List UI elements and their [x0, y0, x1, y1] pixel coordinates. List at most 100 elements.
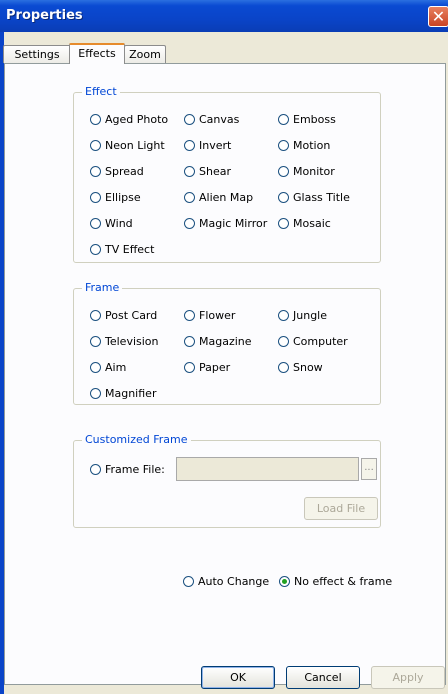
radio-label: Magazine: [199, 334, 252, 348]
radio-button-icon: [90, 335, 101, 347]
radio-button-icon: [90, 243, 101, 255]
radio-label: Monitor: [293, 164, 335, 178]
apply-button[interactable]: Apply: [371, 666, 445, 689]
radio-label: Aged Photo: [105, 112, 169, 126]
radio-button-icon: [184, 165, 195, 177]
ok-button[interactable]: OK: [201, 666, 275, 689]
radio-label: Television: [105, 334, 159, 348]
radio-flower[interactable]: Flower: [184, 307, 235, 323]
customized-frame-legend: Customized Frame: [82, 433, 191, 446]
radio-aged-photo[interactable]: Aged Photo: [90, 111, 168, 127]
frame-group: Frame Post Card Flower Jungle Television…: [73, 281, 381, 405]
radio-label: Snow: [293, 360, 323, 374]
frame-legend: Frame: [82, 281, 123, 294]
radio-shear[interactable]: Shear: [184, 163, 231, 179]
radio-button-icon: [278, 335, 289, 347]
radio-label: Shear: [199, 164, 231, 178]
effect-legend: Effect: [82, 85, 120, 98]
radio-auto-change[interactable]: Auto Change: [183, 573, 269, 589]
tab-zoom[interactable]: Zoom: [124, 45, 166, 63]
radio-motion[interactable]: Motion: [278, 137, 330, 153]
radio-button-icon: [90, 191, 101, 203]
radio-ellipse[interactable]: Ellipse: [90, 189, 141, 205]
radio-label: Glass Title: [293, 190, 350, 204]
radio-button-icon: [184, 309, 195, 321]
radio-jungle[interactable]: Jungle: [278, 307, 327, 323]
radio-button-icon: [278, 113, 289, 125]
radio-label: Neon Light: [105, 138, 165, 152]
cancel-button[interactable]: Cancel: [286, 666, 360, 689]
radio-label: No effect & frame: [294, 574, 393, 588]
window-title: Properties: [6, 8, 83, 23]
radio-label: Ellipse: [105, 190, 141, 204]
radio-canvas[interactable]: Canvas: [184, 111, 239, 127]
radio-no-effect-frame[interactable]: No effect & frame: [279, 573, 392, 589]
radio-paper[interactable]: Paper: [184, 359, 230, 375]
radio-button-icon: [278, 165, 289, 177]
radio-label: Motion: [293, 138, 331, 152]
radio-label: Auto Change: [198, 574, 270, 588]
radio-label: Magic Mirror: [199, 216, 268, 230]
browse-button[interactable]: ...: [361, 458, 377, 480]
close-icon: ✕: [431, 7, 446, 26]
radio-label: Paper: [199, 360, 231, 374]
radio-magnifier[interactable]: Magnifier: [90, 385, 156, 401]
radio-neon-light[interactable]: Neon Light: [90, 137, 165, 153]
radio-button-icon: [90, 165, 101, 177]
radio-label: Mosaic: [293, 216, 331, 230]
radio-button-icon: [183, 575, 194, 587]
radio-button-icon: [90, 139, 101, 151]
radio-button-icon: [90, 309, 101, 321]
radio-button-icon: [278, 361, 289, 373]
customized-frame-group: Customized Frame Frame File: ... Load Fi…: [73, 433, 381, 528]
radio-button-icon: [90, 361, 101, 373]
tab-settings[interactable]: Settings: [3, 45, 71, 63]
radio-label: Wind: [105, 216, 133, 230]
radio-mosaic[interactable]: Mosaic: [278, 215, 331, 231]
radio-button-icon: [278, 309, 289, 321]
radio-label: Emboss: [293, 112, 336, 126]
radio-spread[interactable]: Spread: [90, 163, 144, 179]
load-file-button[interactable]: Load File: [304, 497, 378, 520]
close-button[interactable]: ✕: [428, 6, 448, 27]
radio-label: Flower: [199, 308, 236, 322]
radio-button-icon: [90, 387, 101, 399]
radio-label: Magnifier: [105, 386, 157, 400]
radio-label: Aim: [105, 360, 127, 374]
radio-tv-effect[interactable]: TV Effect: [90, 241, 154, 257]
radio-frame-file[interactable]: Frame File:: [90, 461, 165, 477]
radio-television[interactable]: Television: [90, 333, 159, 349]
radio-snow[interactable]: Snow: [278, 359, 323, 375]
radio-label: Computer: [293, 334, 348, 348]
effect-group: Effect Aged Photo Canvas Emboss Neon Lig…: [73, 85, 381, 263]
radio-label: TV Effect: [105, 242, 155, 256]
radio-magazine[interactable]: Magazine: [184, 333, 252, 349]
radio-post-card[interactable]: Post Card: [90, 307, 157, 323]
radio-label: Invert: [199, 138, 232, 152]
tab-effects[interactable]: Effects: [69, 43, 125, 64]
frame-file-input[interactable]: [176, 457, 359, 481]
radio-button-icon: [184, 335, 195, 347]
radio-label: Frame File:: [105, 462, 165, 476]
radio-label: Post Card: [105, 308, 158, 322]
radio-invert[interactable]: Invert: [184, 137, 231, 153]
radio-label: Spread: [105, 164, 144, 178]
radio-monitor[interactable]: Monitor: [278, 163, 335, 179]
radio-button-icon: [184, 217, 195, 229]
radio-button-icon: [184, 191, 195, 203]
radio-wind[interactable]: Wind: [90, 215, 133, 231]
radio-button-icon: [184, 361, 195, 373]
radio-label: Canvas: [199, 112, 240, 126]
radio-label: Jungle: [293, 308, 327, 322]
radio-button-icon: [184, 139, 195, 151]
radio-emboss[interactable]: Emboss: [278, 111, 336, 127]
radio-aim[interactable]: Aim: [90, 359, 126, 375]
radio-alien-map[interactable]: Alien Map: [184, 189, 253, 205]
title-bar: Properties ✕: [0, 0, 448, 32]
radio-glass-title[interactable]: Glass Title: [278, 189, 350, 205]
effects-panel: Effect Aged Photo Canvas Emboss Neon Lig…: [4, 63, 446, 685]
radio-computer[interactable]: Computer: [278, 333, 348, 349]
radio-button-icon: [278, 191, 289, 203]
radio-magic-mirror[interactable]: Magic Mirror: [184, 215, 267, 231]
radio-button-icon: [184, 113, 195, 125]
